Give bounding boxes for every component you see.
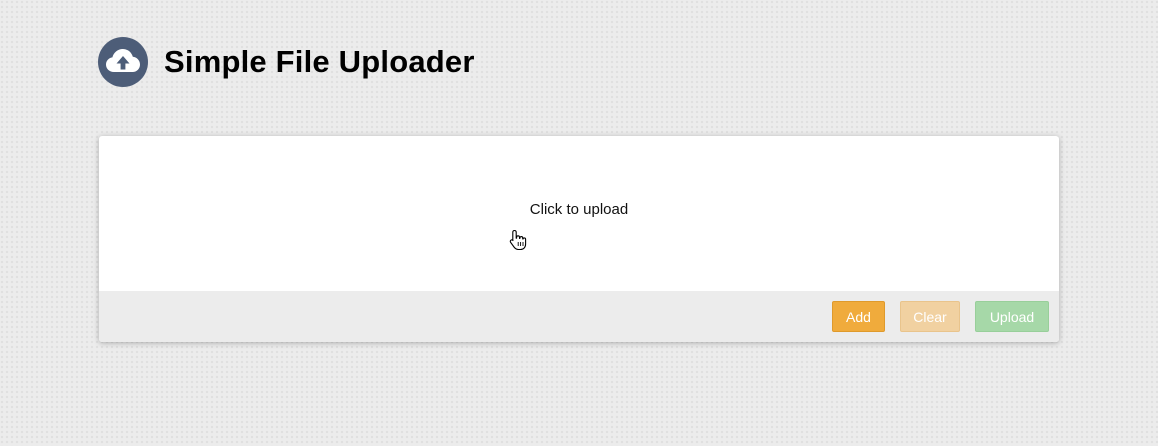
uploader-card: Click to upload Add Clear Upload — [99, 136, 1059, 342]
add-button[interactable]: Add — [832, 301, 885, 332]
dropzone-label: Click to upload — [529, 201, 629, 218]
cloud-upload-glyph — [106, 49, 140, 72]
cloud-upload-icon — [98, 37, 148, 87]
upload-dropzone[interactable]: Click to upload — [99, 136, 1059, 291]
uploader-toolbar: Add Clear Upload — [99, 291, 1059, 342]
page-title: Simple File Uploader — [164, 44, 475, 79]
upload-button[interactable]: Upload — [975, 301, 1049, 332]
hand-pointer-icon — [509, 229, 527, 251]
clear-button[interactable]: Clear — [900, 301, 960, 332]
page-header: Simple File Uploader — [98, 37, 475, 87]
